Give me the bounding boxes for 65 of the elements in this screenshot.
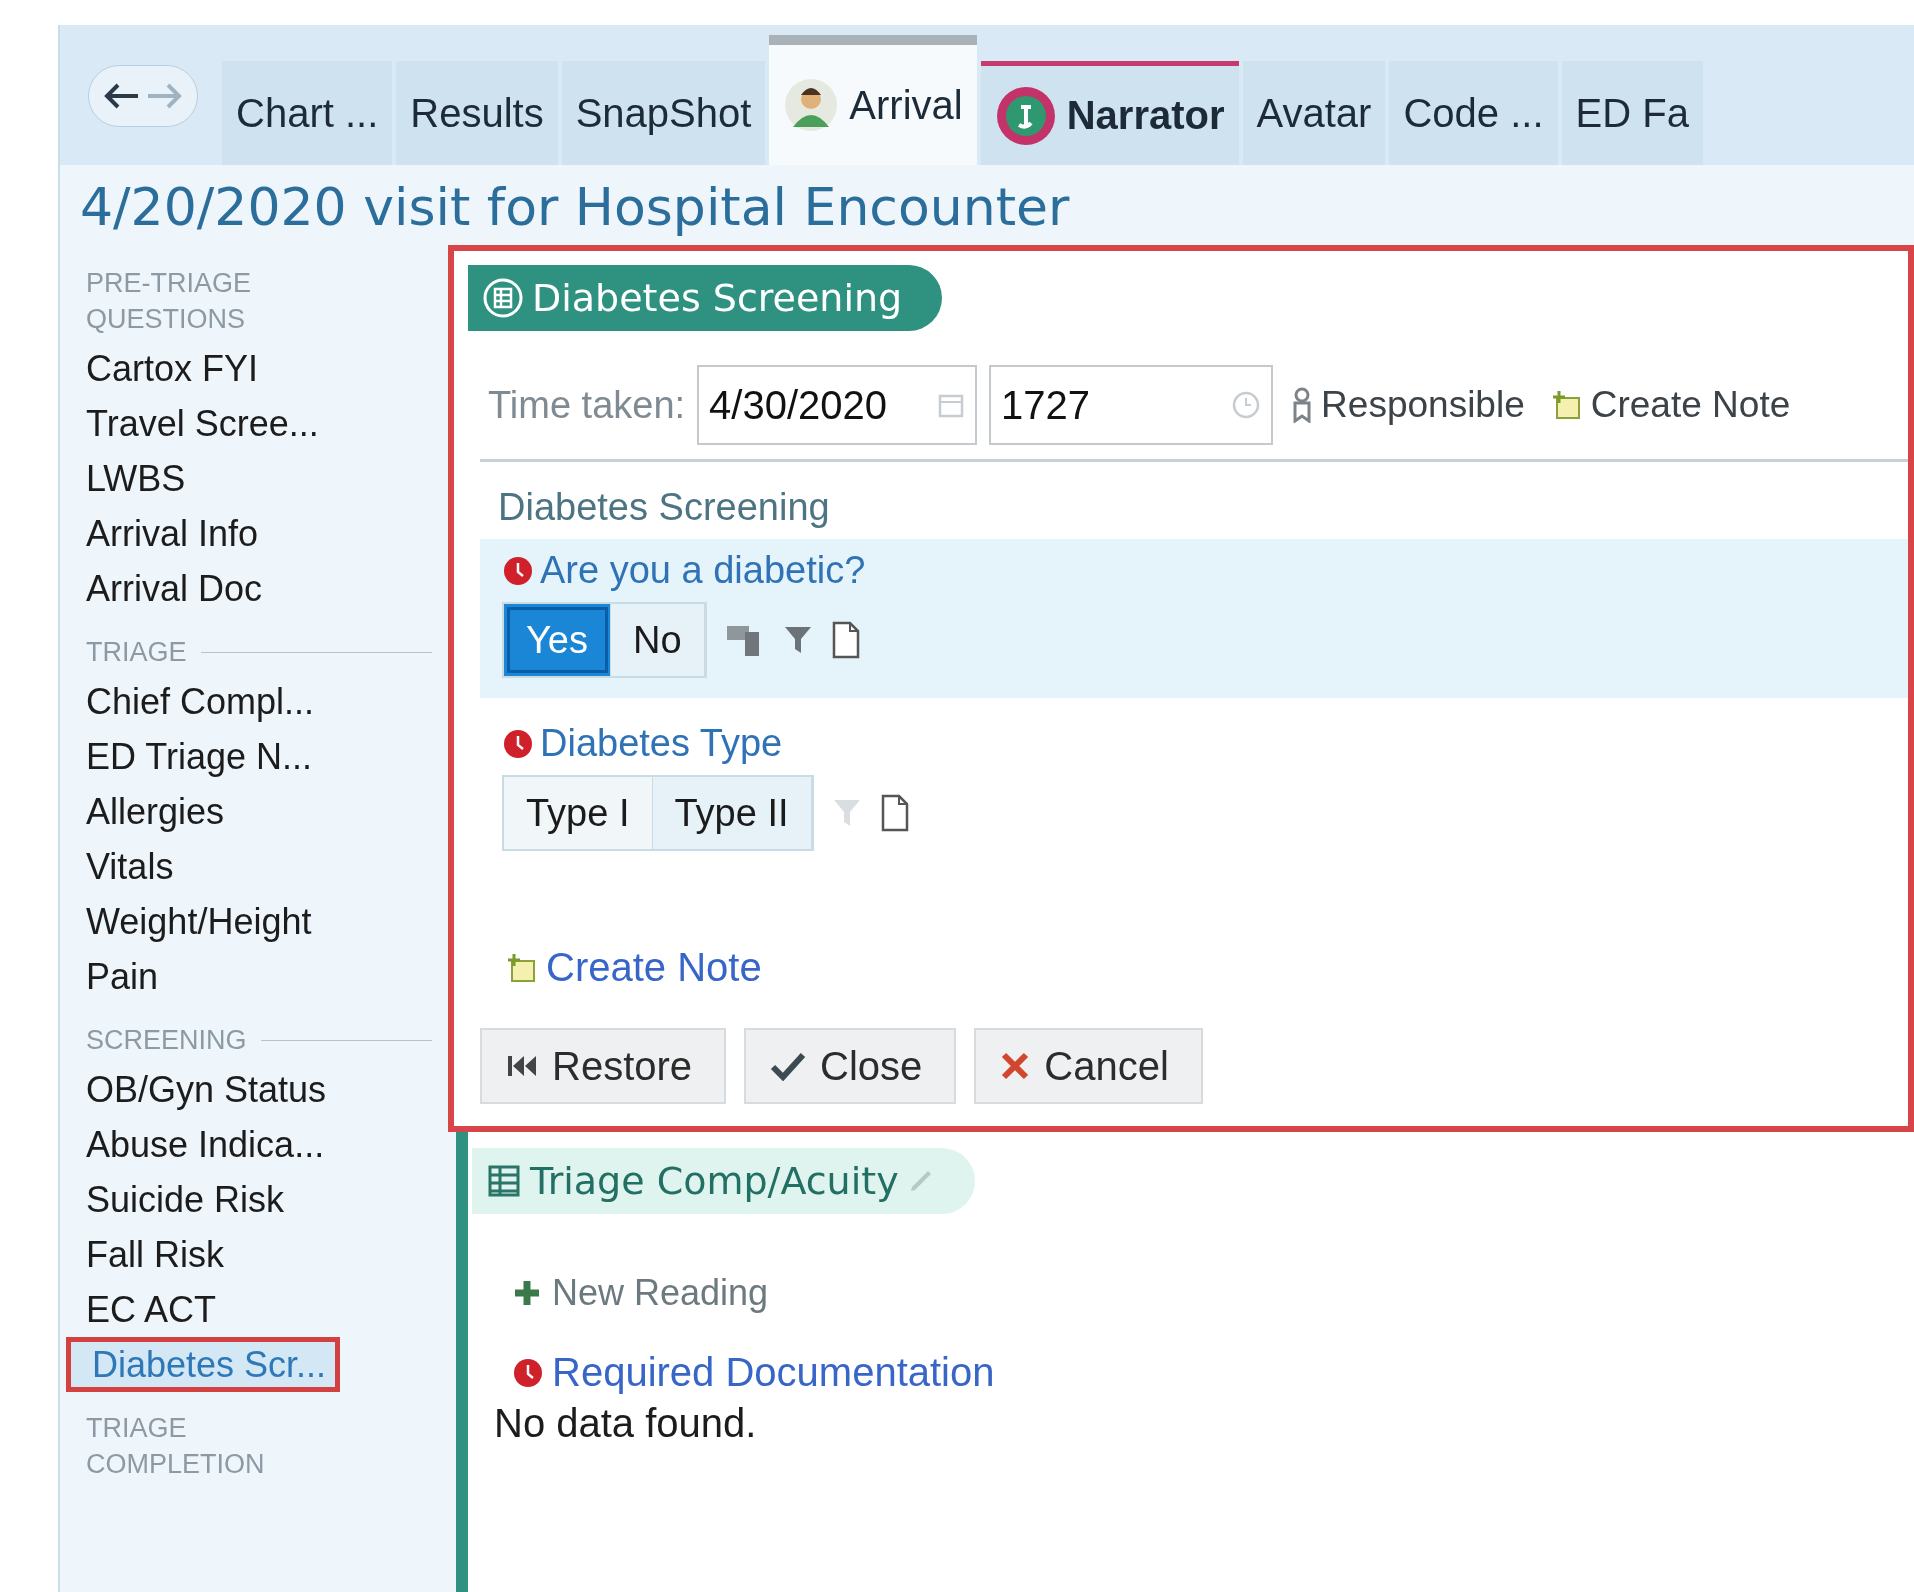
cancel-button[interactable]: Cancel — [974, 1028, 1203, 1104]
sidebar-item[interactable]: Chief Compl... — [60, 674, 315, 729]
tab[interactable]: SnapShot — [561, 61, 766, 165]
required-icon — [512, 1356, 544, 1389]
question-link[interactable]: Are you a diabetic? — [502, 549, 1908, 592]
required-documentation-link[interactable]: Required Documentation — [512, 1350, 1914, 1395]
tab[interactable]: Avatar — [1242, 61, 1386, 165]
tab[interactable]: Code ... — [1389, 61, 1558, 165]
section-title: Diabetes Screening — [498, 486, 831, 529]
option-button[interactable]: Type II — [652, 777, 812, 849]
time-field[interactable]: 1727 — [989, 365, 1274, 445]
new-reading-link[interactable]: New Reading — [512, 1272, 1914, 1314]
document-icon[interactable] — [879, 794, 910, 832]
tab[interactable]: Arrival — [769, 35, 977, 165]
option-button[interactable]: Type I — [504, 777, 653, 849]
close-icon — [1000, 1051, 1031, 1081]
option-button[interactable]: Yes — [504, 604, 611, 676]
sidebar-item[interactable]: Travel Scree... — [60, 396, 319, 451]
responsible-button[interactable]: Responsible — [1285, 384, 1531, 426]
sidebar-item[interactable]: Fall Risk — [60, 1227, 224, 1282]
create-note-link[interactable]: Create Note — [504, 945, 1908, 990]
plus-icon — [512, 1278, 542, 1308]
required-icon — [502, 727, 534, 760]
sidebar-item[interactable]: Cartox FYI — [60, 341, 259, 396]
sidebar-item[interactable]: Allergies — [60, 784, 225, 839]
sidebar-item[interactable]: EC ACT — [60, 1282, 217, 1337]
tab[interactable]: Results — [396, 61, 558, 165]
sidebar-item[interactable]: Pain — [60, 949, 159, 1004]
check-icon — [770, 1051, 807, 1081]
close-button[interactable]: Close — [744, 1028, 957, 1104]
person-icon — [1291, 387, 1314, 423]
sidebar-item[interactable]: Weight/Height — [60, 894, 312, 949]
sidebar-item[interactable]: Suicide Risk — [60, 1172, 285, 1227]
sidebar-item[interactable]: Arrival Info — [60, 506, 259, 561]
grid-icon — [486, 1163, 522, 1199]
section-heading: TRIAGE — [86, 636, 187, 669]
section-heading: SCREENING — [86, 1024, 247, 1057]
section-heading: PRE-TRIAGE QUESTIONS — [86, 267, 253, 336]
tab[interactable]: ED Fa — [1561, 61, 1703, 165]
sidebar-item[interactable]: OB/Gyn Status — [60, 1062, 327, 1117]
create-note-button[interactable]: Create Note — [1542, 384, 1797, 426]
empty-message: No data found. — [494, 1401, 758, 1446]
sidebar-item[interactable]: LWBS — [60, 451, 186, 506]
required-icon — [502, 554, 534, 587]
sidebar-item[interactable]: Vitals — [60, 839, 174, 894]
narrator-icon — [994, 84, 1057, 147]
tab[interactable]: Chart ... — [222, 61, 393, 165]
sidebar-item[interactable]: ED Triage N... — [60, 729, 313, 784]
field-label: Time taken: — [488, 383, 686, 427]
date-field[interactable]: 4/30/2020 — [697, 365, 978, 445]
page-title: 4/20/2020 visit for Hospital Encounter — [79, 176, 1071, 239]
sidebar-item[interactable]: Diabetes Scr... — [66, 1337, 341, 1392]
filter-icon[interactable] — [782, 624, 813, 656]
form-title: Diabetes Screening — [468, 265, 943, 331]
tab[interactable]: Narrator — [980, 61, 1239, 165]
skip-back-icon — [506, 1053, 538, 1079]
grid-icon — [482, 277, 524, 319]
section-title: Triage Comp/Acuity — [472, 1148, 975, 1214]
restore-button[interactable]: Restore — [480, 1028, 727, 1104]
section-heading: TRIAGE COMPLETION — [86, 1412, 266, 1481]
sidebar-item[interactable]: Arrival Doc — [60, 561, 263, 616]
person-icon — [783, 77, 840, 133]
document-icon[interactable] — [830, 621, 861, 659]
sidebar-item[interactable]: Abuse Indica... — [60, 1117, 325, 1172]
question-link[interactable]: Diabetes Type — [502, 722, 1908, 765]
